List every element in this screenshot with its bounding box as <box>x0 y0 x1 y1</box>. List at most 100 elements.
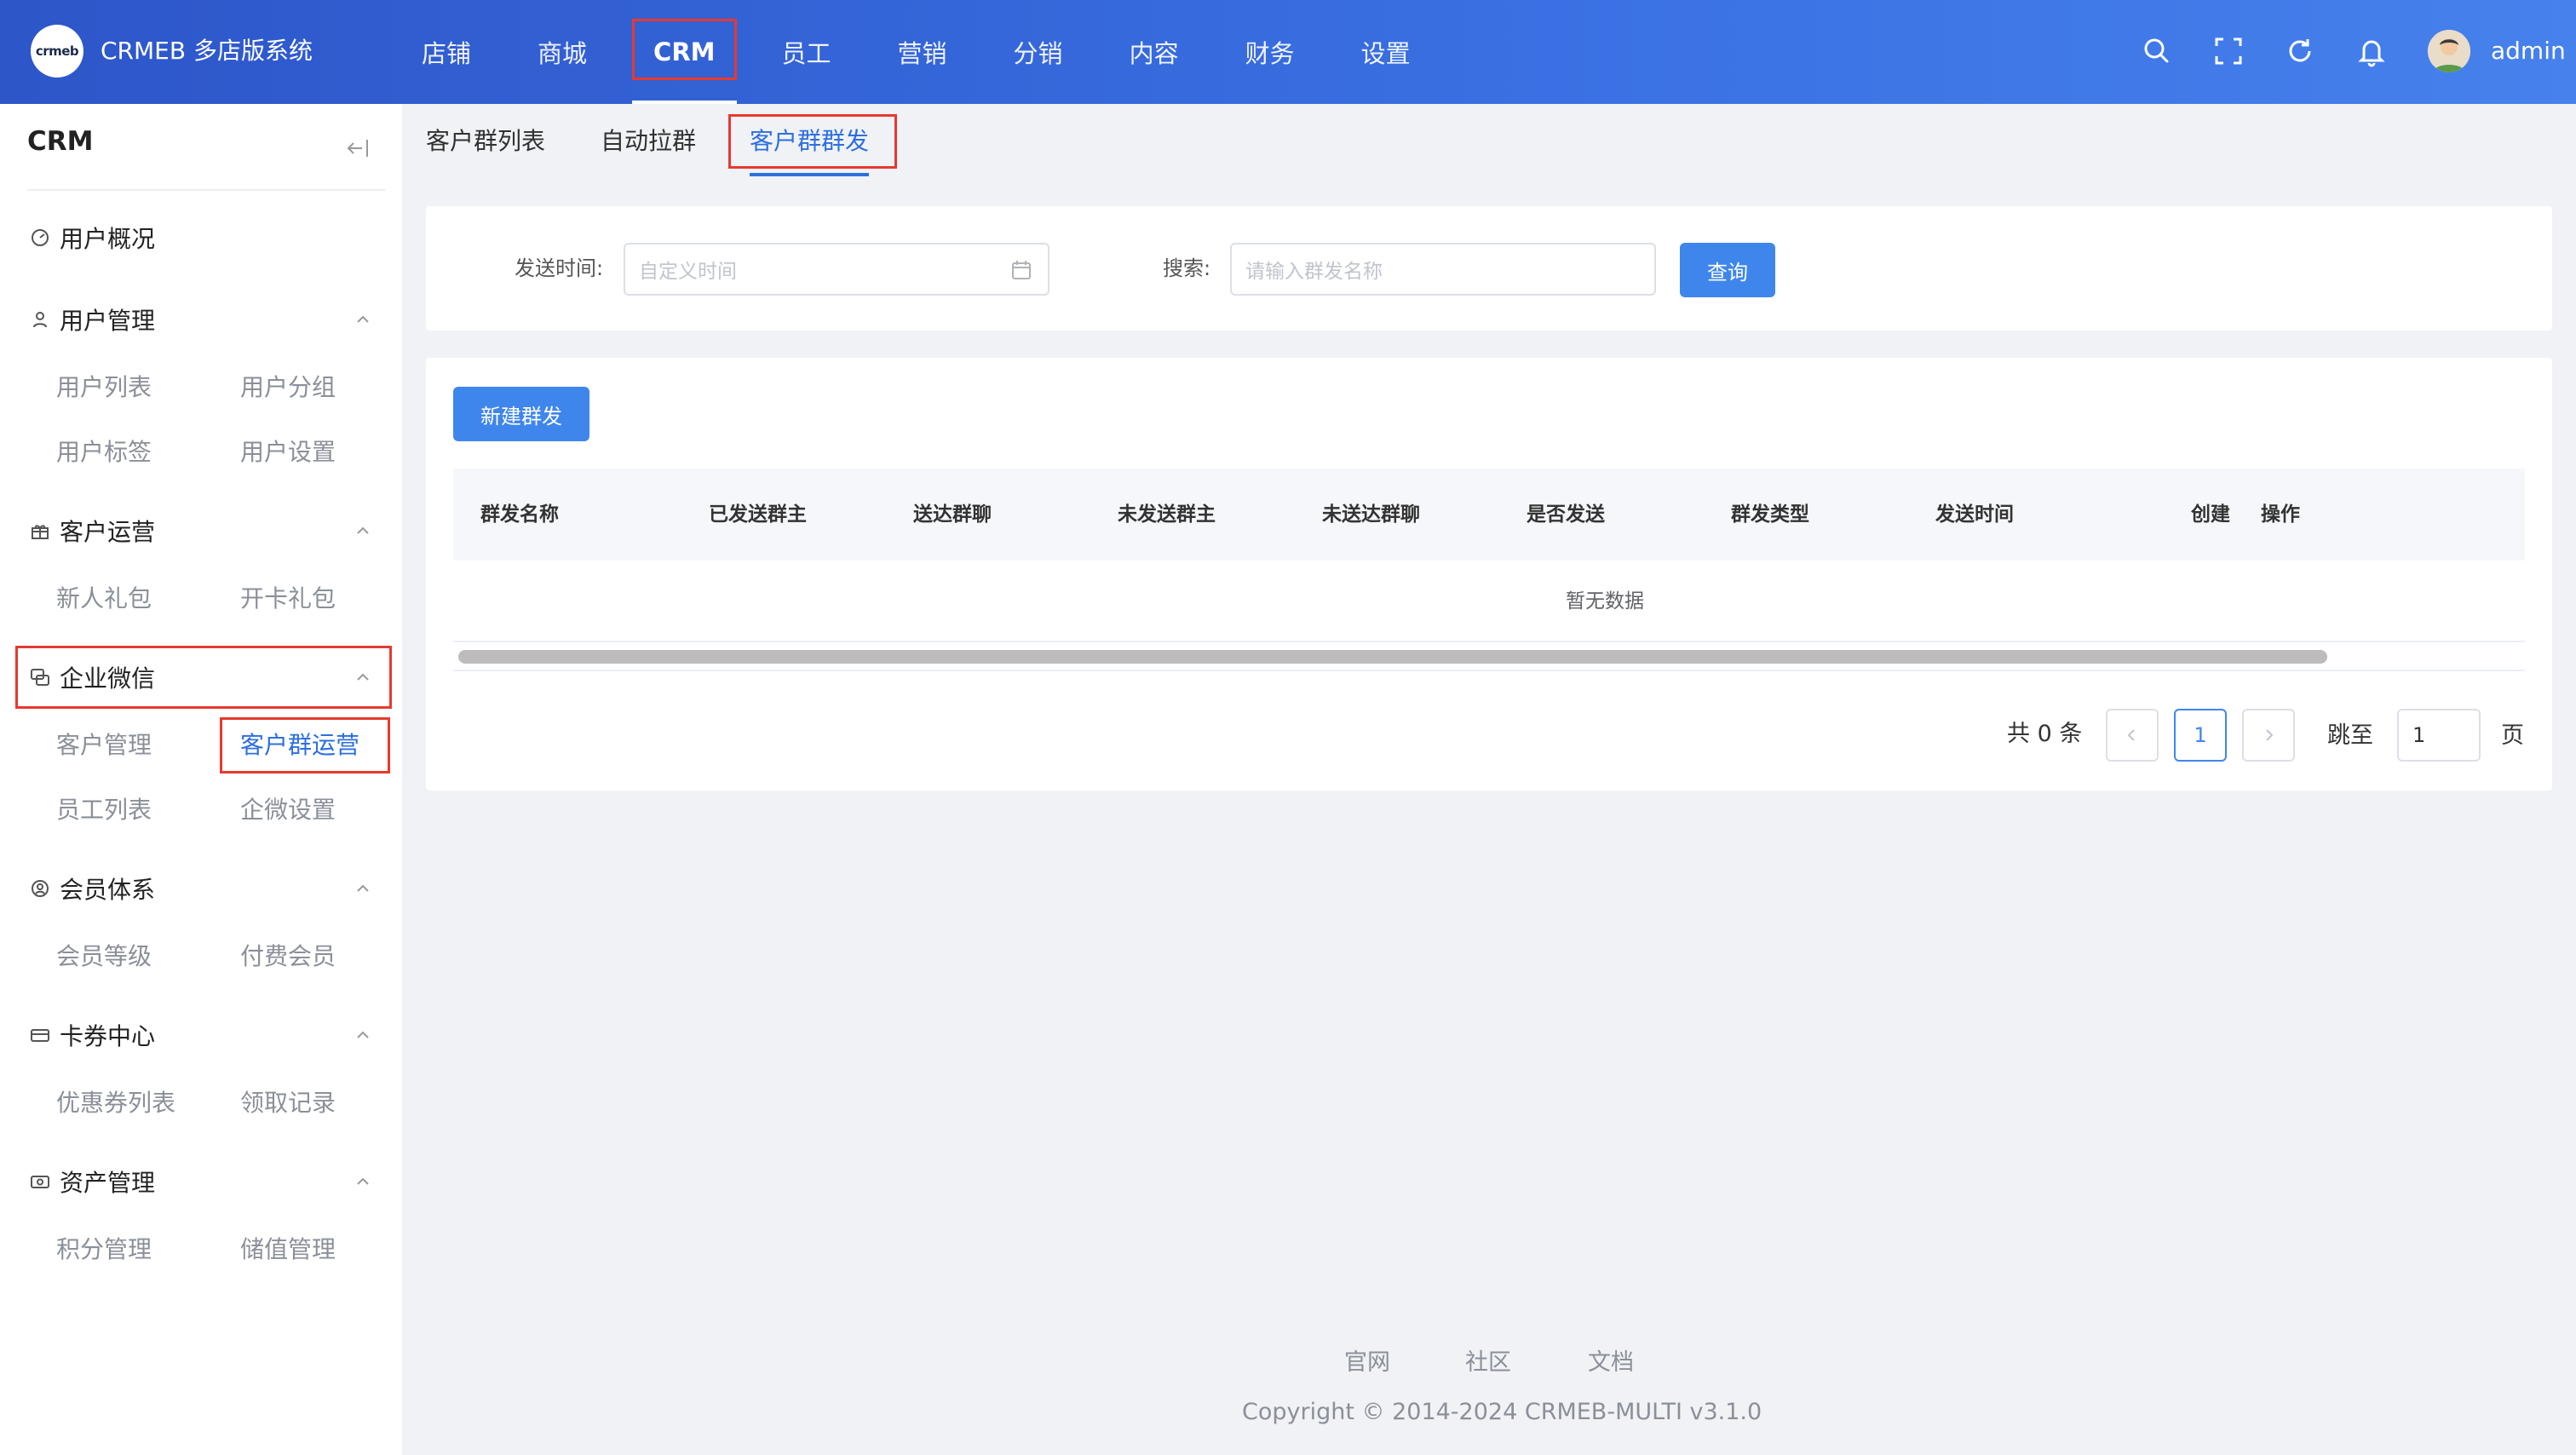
sidebar-item-member-level[interactable]: 会员等级 <box>56 940 152 974</box>
brand-logo[interactable]: crmeb <box>31 25 83 78</box>
column-header: 群发类型 <box>1731 503 1809 526</box>
sidebar-section-customer-ops[interactable]: 客户运营 <box>29 514 155 548</box>
empty-state-text: 暂无数据 <box>1566 590 1644 612</box>
footer-link-official[interactable]: 官网 <box>1344 1346 1390 1380</box>
user-icon <box>29 308 51 331</box>
column-header: 是否发送 <box>1527 503 1605 526</box>
sidebar-section-wecom[interactable]: 企业微信 <box>29 660 155 694</box>
topnav-item-mall[interactable]: 商城 <box>516 0 608 104</box>
topnav-item-finance[interactable]: 财务 <box>1224 0 1316 104</box>
highlight-box <box>728 114 897 169</box>
column-header: 发送时间 <box>1935 503 2014 526</box>
dashboard-icon <box>29 227 51 249</box>
search-icon[interactable] <box>2140 34 2174 68</box>
sidebar-item-card-gift[interactable]: 开卡礼包 <box>240 582 336 616</box>
sidebar-item-newcomer-gift[interactable]: 新人礼包 <box>56 582 152 616</box>
column-header: 已发送群主 <box>709 503 807 526</box>
search-input[interactable]: 请输入群发名称 <box>1230 243 1656 296</box>
sidebar-section-user-management[interactable]: 用户管理 <box>29 302 155 336</box>
sidebar-item-user-list[interactable]: 用户列表 <box>56 371 152 405</box>
query-button[interactable]: 查询 <box>1680 243 1775 297</box>
table-card <box>426 358 2552 791</box>
table-header: 群发名称 已发送群主 送达群聊 未发送群主 未送达群聊 是否发送 群发类型 发送… <box>453 469 2525 561</box>
avatar[interactable] <box>2428 30 2470 72</box>
chevron-up-icon[interactable] <box>353 1171 373 1192</box>
next-page-button[interactable] <box>2242 709 2295 762</box>
page-suffix-label: 页 <box>2501 722 2524 749</box>
jump-to-label: 跳至 <box>2327 722 2373 749</box>
chevron-left-icon <box>2127 729 2135 741</box>
collapse-sidebar-icon[interactable] <box>344 135 371 162</box>
member-icon <box>29 877 51 900</box>
sidebar-item-customer-management[interactable]: 客户管理 <box>56 728 152 762</box>
sidebar-section-membership[interactable]: 会员体系 <box>29 871 155 906</box>
topnav-item-crm[interactable]: CRM <box>632 0 738 104</box>
column-header: 群发名称 <box>480 503 559 526</box>
send-time-picker[interactable]: 自定义时间 <box>624 243 1049 296</box>
column-header: 操作 <box>2261 503 2300 526</box>
sidebar-section-assets[interactable]: 资产管理 <box>29 1165 155 1199</box>
topnav-item-distribution[interactable]: 分销 <box>992 0 1084 104</box>
jump-page-input[interactable]: 1 <box>2397 709 2481 762</box>
footer-link-docs[interactable]: 文档 <box>1588 1346 1634 1380</box>
sidebar-item-user-settings[interactable]: 用户设置 <box>240 435 336 469</box>
bell-icon[interactable] <box>2355 34 2389 68</box>
prev-page-button[interactable] <box>2106 709 2159 762</box>
column-header: 未发送群主 <box>1118 503 1216 526</box>
chevron-up-icon[interactable] <box>353 1025 373 1045</box>
sidebar-item-coupon-list[interactable]: 优惠券列表 <box>56 1086 175 1120</box>
scrollbar-thumb[interactable] <box>458 650 2327 664</box>
calendar-icon <box>1010 259 1032 281</box>
column-header: 创建 <box>2191 503 2230 526</box>
sidebar-section-label: 用户概况 <box>60 225 156 253</box>
topnav-item-staff[interactable]: 员工 <box>761 0 853 104</box>
column-header: 送达群聊 <box>913 503 992 526</box>
topnav-item-store[interactable]: 店铺 <box>400 0 492 104</box>
sidebar-item-stored-value[interactable]: 储值管理 <box>240 1233 336 1267</box>
sidebar-item-user-overview[interactable]: 用户概况 <box>29 221 155 255</box>
fullscreen-icon[interactable] <box>2211 34 2245 68</box>
sidebar-item-claim-records[interactable]: 领取记录 <box>240 1086 336 1120</box>
sidebar-item-paid-member[interactable]: 付费会员 <box>240 940 336 974</box>
username[interactable]: admin <box>2491 34 2566 68</box>
sidebar-item-user-tags[interactable]: 用户标签 <box>56 435 152 469</box>
gift-icon <box>29 520 51 542</box>
chevron-up-icon[interactable] <box>353 667 373 687</box>
sidebar-section-coupons[interactable]: 卡券中心 <box>29 1018 155 1052</box>
top-navigation: 店铺 商城 CRM 员工 营销 分销 内容 财务 设置 <box>400 0 1456 104</box>
sidebar-item-staff-list[interactable]: 员工列表 <box>56 793 152 827</box>
sidebar-section-label: 企业微信 <box>60 664 156 693</box>
page-number-button[interactable]: 1 <box>2174 709 2227 762</box>
active-tab-indicator <box>750 173 869 176</box>
topnav-item-settings[interactable]: 设置 <box>1340 0 1432 104</box>
refresh-icon[interactable] <box>2283 34 2317 68</box>
new-broadcast-button[interactable]: 新建群发 <box>453 387 589 441</box>
column-header: 未送达群聊 <box>1322 503 1420 526</box>
wallet-icon <box>29 1170 51 1193</box>
search-label: 搜索: <box>1163 256 1211 280</box>
logo-text: crmeb <box>35 43 79 59</box>
chevron-up-icon[interactable] <box>353 878 373 899</box>
footer-link-community[interactable]: 社区 <box>1465 1346 1511 1380</box>
copyright-text: Copyright © 2014-2024 CRMEB-MULTI v3.1.0 <box>1242 1399 1762 1425</box>
chevron-up-icon[interactable] <box>353 309 373 330</box>
sidebar-section-label: 客户运营 <box>60 518 156 546</box>
chevron-up-icon[interactable] <box>353 520 373 541</box>
sidebar-item-user-group[interactable]: 用户分组 <box>240 371 336 405</box>
sidebar-item-wecom-settings[interactable]: 企微设置 <box>240 793 336 827</box>
total-count: 共 0 条 <box>2007 721 2083 747</box>
topnav-item-marketing[interactable]: 营销 <box>877 0 969 104</box>
sidebar-divider <box>27 189 385 191</box>
topnav-item-content[interactable]: 内容 <box>1108 0 1200 104</box>
sidebar-section-label: 资产管理 <box>60 1169 156 1197</box>
card-icon <box>29 1024 51 1046</box>
top-header: crmeb CRMEB 多店版系统 店铺 商城 CRM 员工 营销 分销 内容 … <box>0 0 2576 104</box>
sidebar-item-points[interactable]: 积分管理 <box>56 1233 152 1267</box>
sidebar-item-group-operations[interactable]: 客户群运营 <box>240 728 359 762</box>
tab-auto-group[interactable]: 自动拉群 <box>601 124 696 158</box>
sidebar-section-label: 卡券中心 <box>60 1022 156 1050</box>
sidebar-section-label: 会员体系 <box>60 876 156 904</box>
tab-group-list[interactable]: 客户群列表 <box>426 124 545 158</box>
table-divider <box>453 670 2525 671</box>
sidebar-title: CRM <box>27 126 94 157</box>
